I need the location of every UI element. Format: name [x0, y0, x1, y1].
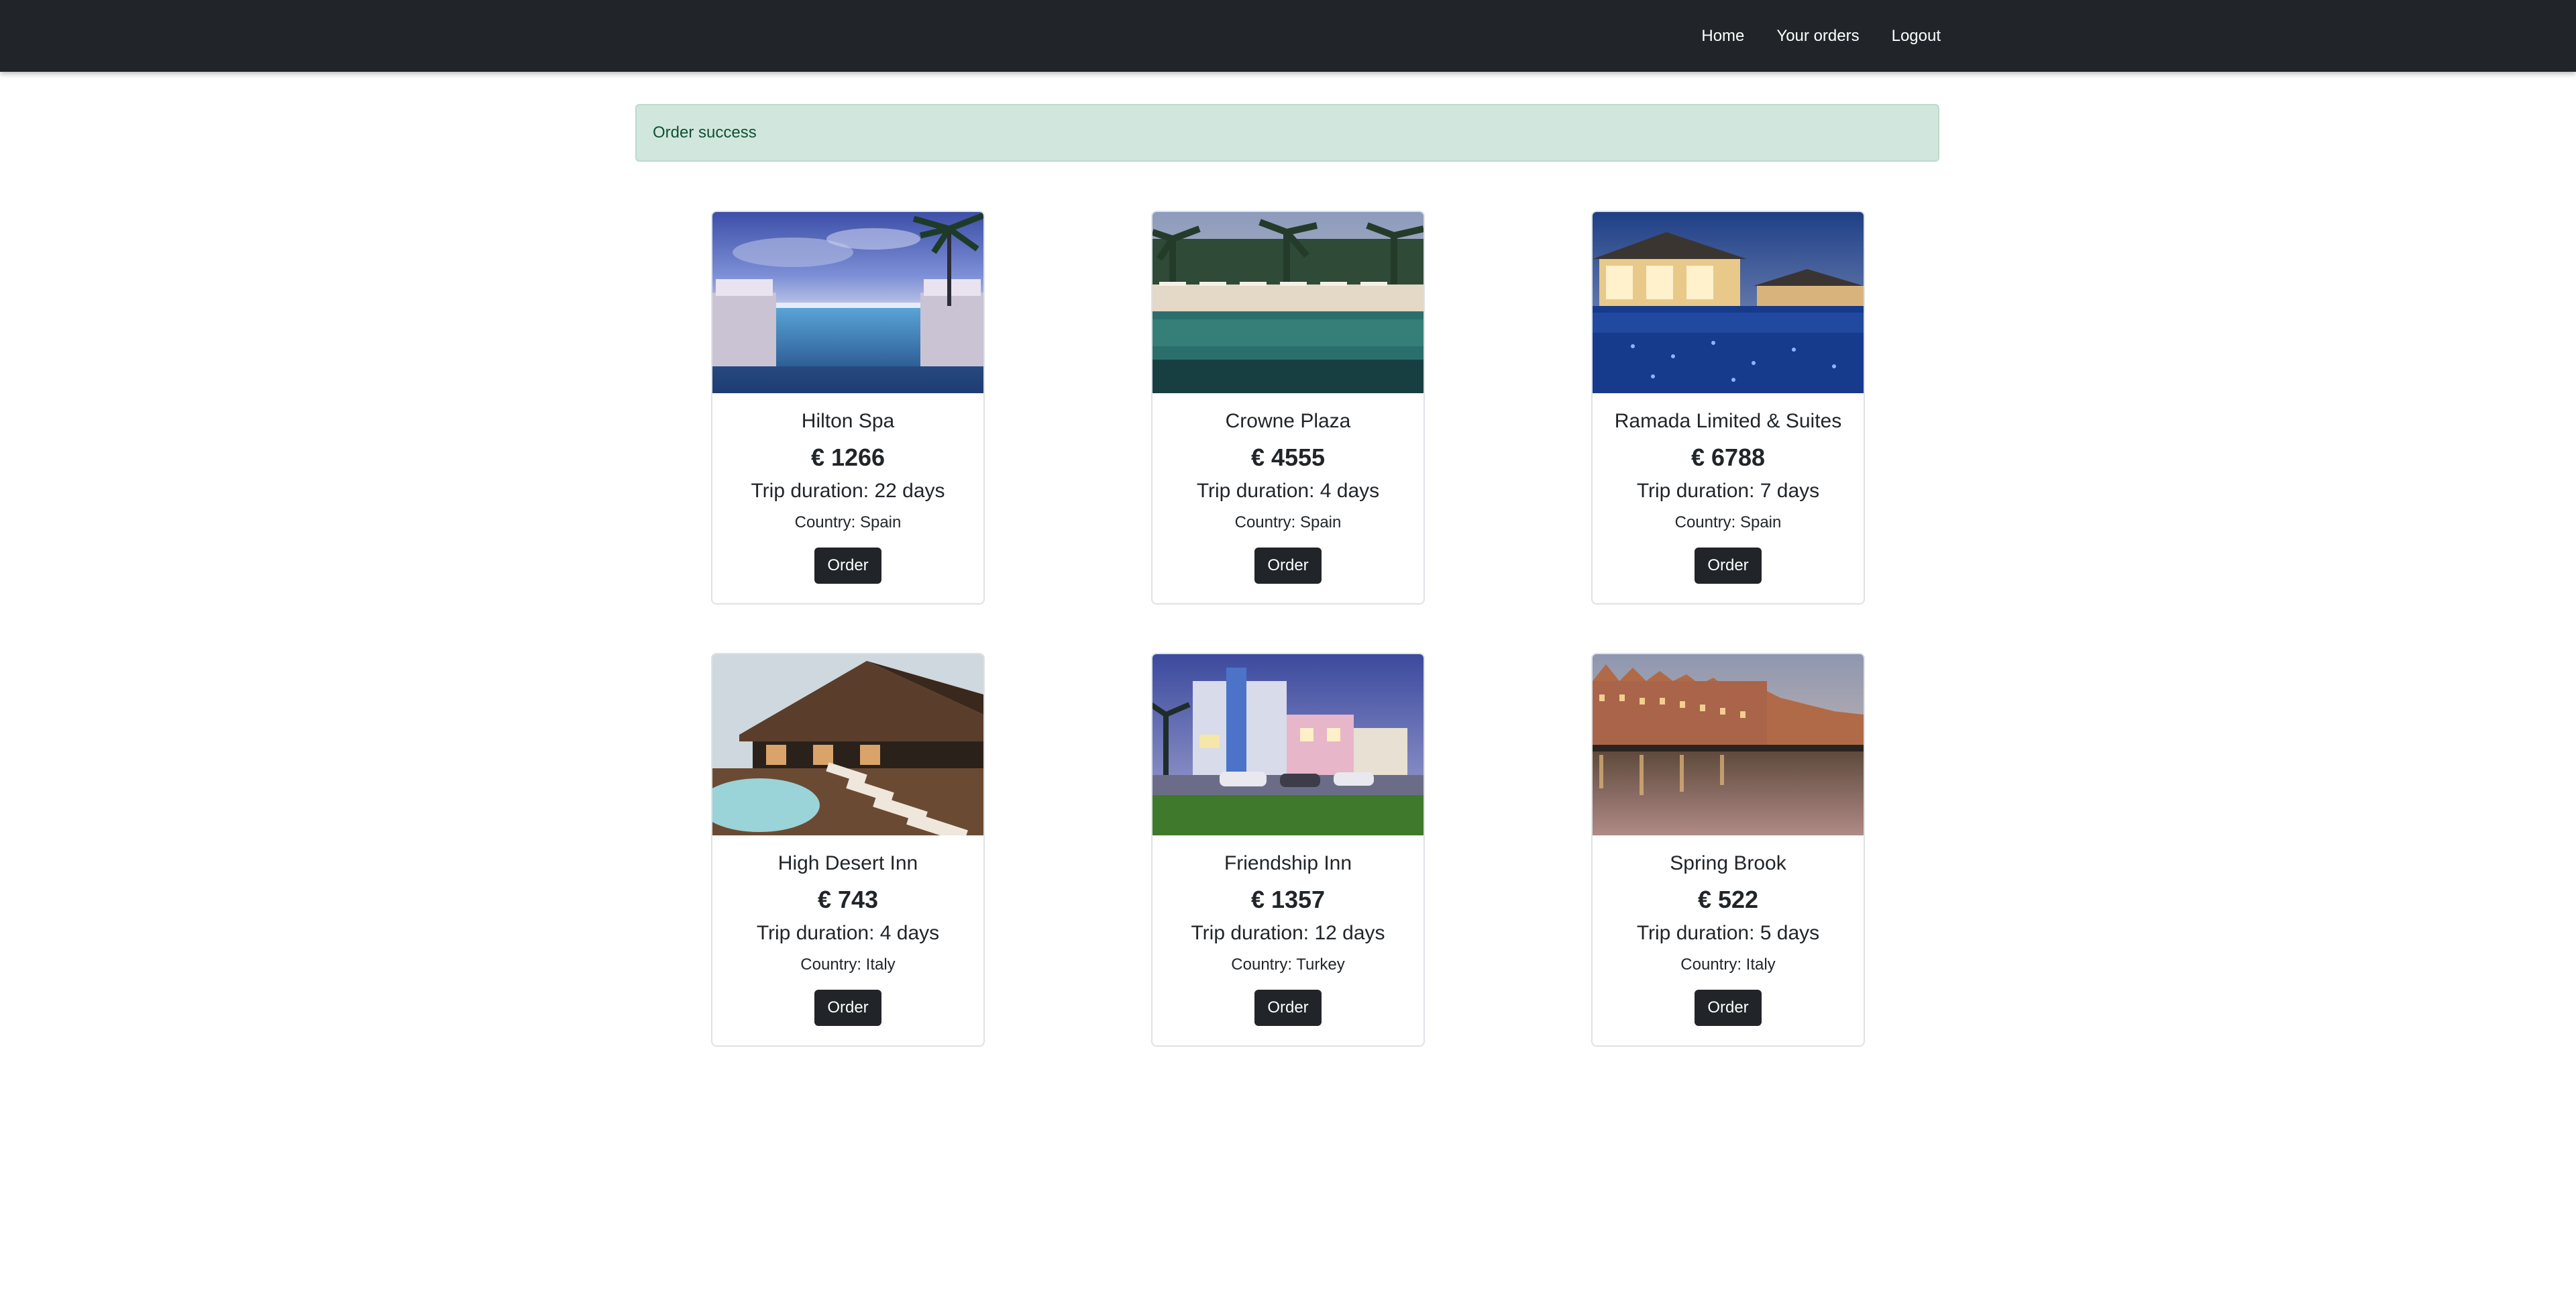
hotel-card-spring-brook: Spring Brook € 522 Trip duration: 5 days…: [1591, 653, 1865, 1047]
trip-duration: Trip duration: 4 days: [1196, 480, 1380, 502]
hotel-country: Country: Spain: [1674, 513, 1782, 531]
hotel-card-crowne-plaza: Crowne Plaza € 4555 Trip duration: 4 day…: [1151, 211, 1425, 605]
hotel-country: Country: Italy: [1680, 955, 1776, 974]
hotel-photo: [712, 654, 983, 835]
hotel-photo: [1593, 212, 1864, 393]
hotel-name: Ramada Limited & Suites: [1614, 410, 1842, 432]
hotel-photo: [1152, 212, 1424, 393]
order-button[interactable]: Order: [814, 548, 881, 584]
order-button[interactable]: Order: [814, 990, 881, 1026]
trip-duration: Trip duration: 5 days: [1636, 922, 1820, 944]
hotel-photo: [1152, 654, 1424, 835]
hotel-name: Spring Brook: [1670, 852, 1786, 874]
trip-duration: Trip duration: 7 days: [1636, 480, 1820, 502]
hotel-country: Country: Turkey: [1231, 955, 1345, 974]
hotel-price: € 743: [817, 886, 879, 913]
top-navbar: Home Your orders Logout: [0, 0, 2576, 72]
hotel-name: Hilton Spa: [801, 410, 895, 432]
order-button[interactable]: Order: [1254, 990, 1322, 1026]
hotel-country: Country: Italy: [800, 955, 896, 974]
order-button[interactable]: Order: [1695, 990, 1762, 1026]
nav-logout-link[interactable]: Logout: [1892, 27, 1941, 46]
trip-duration: Trip duration: 4 days: [756, 922, 940, 944]
hotel-price: € 6788: [1690, 444, 1766, 471]
hotel-price: € 1357: [1250, 886, 1326, 913]
hotel-photo: [1593, 654, 1864, 835]
order-success-alert: Order success: [635, 104, 1939, 162]
hotel-price: € 4555: [1250, 444, 1326, 471]
hotel-card-ramada-limited-suites: Ramada Limited & Suites € 6788 Trip dura…: [1591, 211, 1865, 605]
nav-links: Home Your orders Logout: [1669, 0, 1941, 72]
hotel-card-friendship-inn: Friendship Inn € 1357 Trip duration: 12 …: [1151, 653, 1425, 1047]
nav-your-orders-link[interactable]: Your orders: [1776, 27, 1859, 46]
trip-duration: Trip duration: 22 days: [751, 480, 945, 502]
hotel-name: Friendship Inn: [1224, 852, 1352, 874]
hotel-country: Country: Spain: [1234, 513, 1342, 531]
hotel-card-hilton-spa: Hilton Spa € 1266 Trip duration: 22 days…: [711, 211, 985, 605]
order-button[interactable]: Order: [1695, 548, 1762, 584]
order-button[interactable]: Order: [1254, 548, 1322, 584]
hotel-card-high-desert-inn: High Desert Inn € 743 Trip duration: 4 d…: [711, 653, 985, 1047]
hotel-name: Crowne Plaza: [1225, 410, 1351, 432]
nav-home-link[interactable]: Home: [1701, 27, 1744, 46]
alert-message: Order success: [653, 123, 757, 142]
hotel-photo: [712, 212, 983, 393]
trip-duration: Trip duration: 12 days: [1191, 922, 1385, 944]
hotel-price: € 522: [1697, 886, 1759, 913]
hotel-name: High Desert Inn: [777, 852, 918, 874]
hotel-price: € 1266: [810, 444, 885, 471]
hotel-country: Country: Spain: [794, 513, 902, 531]
